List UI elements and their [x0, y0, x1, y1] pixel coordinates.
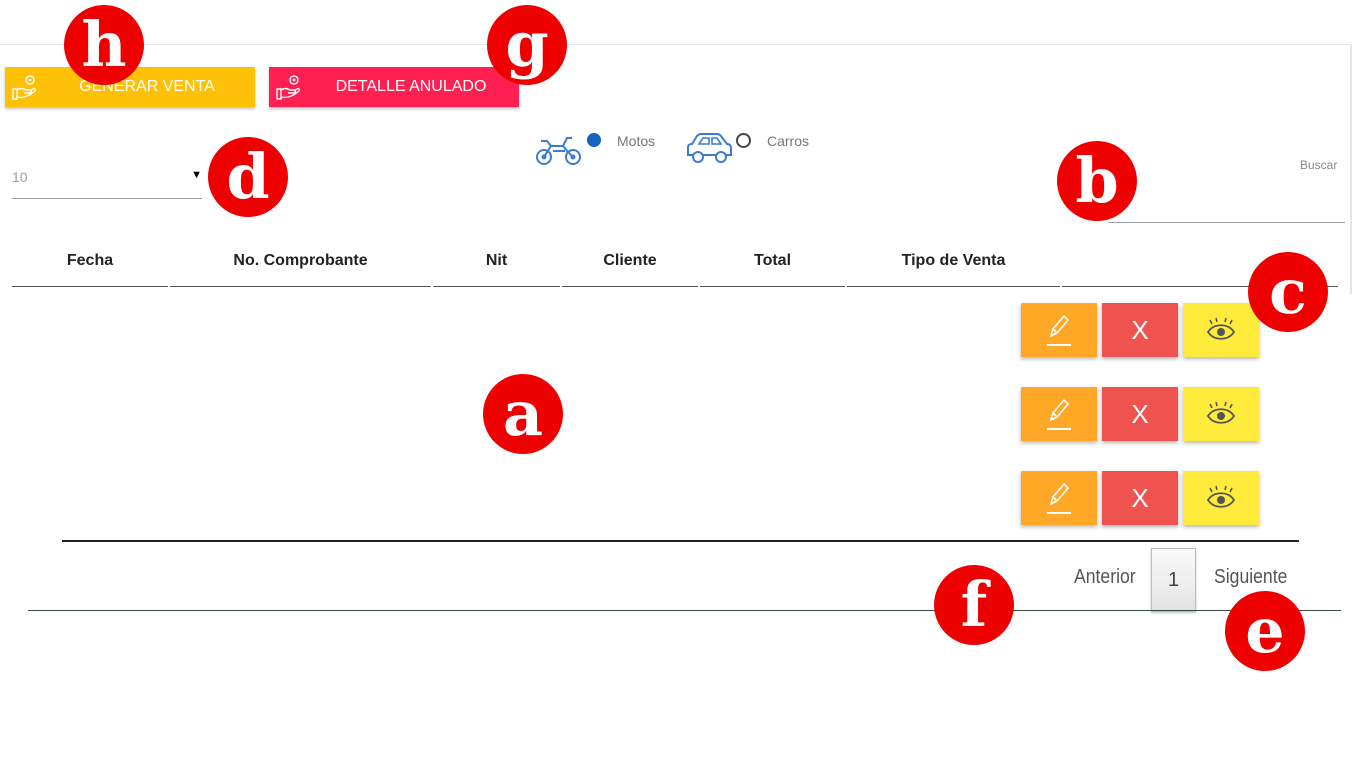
- search-label: Buscar: [1300, 158, 1338, 172]
- table-row: X: [1021, 471, 1261, 525]
- panel-right-border: [1350, 44, 1352, 294]
- eye-icon: [1206, 401, 1236, 424]
- annotation-marker-b: b: [1057, 141, 1137, 221]
- next-page-link[interactable]: Siguiente: [1214, 566, 1287, 589]
- column-header-total[interactable]: Total: [700, 236, 845, 287]
- carros-label: Carros: [767, 133, 810, 149]
- view-button[interactable]: [1183, 471, 1259, 525]
- delete-button[interactable]: X: [1102, 303, 1178, 357]
- annotation-marker-g: g: [487, 5, 567, 85]
- hand-coin-icon: [276, 75, 301, 100]
- table-row: X: [1021, 303, 1261, 357]
- edit-button[interactable]: [1021, 303, 1097, 357]
- edit-button[interactable]: [1021, 471, 1097, 525]
- pencil-icon: [1047, 482, 1071, 514]
- page-size-select[interactable]: 10 ▼: [12, 160, 202, 199]
- column-header-fecha[interactable]: Fecha: [12, 236, 168, 287]
- pencil-icon: [1047, 398, 1071, 430]
- pencil-icon: [1047, 314, 1071, 346]
- page-size-value: 10: [12, 169, 28, 185]
- annotation-marker-c: c: [1248, 252, 1328, 332]
- delete-label: X: [1131, 314, 1149, 345]
- car-icon: [687, 133, 732, 163]
- table-row: X: [1021, 387, 1261, 441]
- column-header-cliente[interactable]: Cliente: [562, 236, 698, 287]
- eye-icon: [1206, 485, 1236, 508]
- motos-label: Motos: [617, 133, 656, 149]
- column-header-tipo-venta[interactable]: Tipo de Venta: [847, 236, 1060, 287]
- detalle-anulado-button[interactable]: DETALLE ANULADO: [269, 67, 519, 107]
- column-header-nit[interactable]: Nit: [433, 236, 560, 287]
- carros-radio[interactable]: [736, 133, 751, 148]
- generar-venta-label: GENERAR VENTA: [79, 78, 215, 95]
- eye-icon: [1206, 317, 1236, 340]
- annotation-marker-e: e: [1225, 591, 1305, 671]
- detalle-anulado-label: DETALLE ANULADO: [335, 78, 487, 95]
- view-button[interactable]: [1183, 387, 1259, 441]
- view-button[interactable]: [1183, 303, 1259, 357]
- search-input[interactable]: [1108, 180, 1345, 223]
- annotation-marker-a: a: [483, 374, 563, 454]
- delete-button[interactable]: X: [1102, 471, 1178, 525]
- table-bottom-border: [62, 540, 1299, 542]
- motorcycle-icon: [536, 137, 581, 165]
- edit-button[interactable]: [1021, 387, 1097, 441]
- previous-page-link[interactable]: Anterior: [1074, 566, 1136, 589]
- delete-label: X: [1131, 398, 1149, 429]
- motos-radio[interactable]: [587, 133, 601, 147]
- footer-divider: [28, 610, 1341, 611]
- annotation-marker-f: f: [934, 565, 1014, 645]
- delete-button[interactable]: X: [1102, 387, 1178, 441]
- annotation-marker-d: d: [208, 137, 288, 217]
- top-divider: [0, 44, 1352, 45]
- delete-label: X: [1131, 482, 1149, 513]
- hand-coin-icon: [12, 75, 37, 100]
- caret-down-icon: ▼: [191, 169, 202, 181]
- page-number-button[interactable]: 1: [1151, 548, 1196, 612]
- column-header-comprobante[interactable]: No. Comprobante: [170, 236, 431, 287]
- annotation-marker-h: h: [64, 5, 144, 85]
